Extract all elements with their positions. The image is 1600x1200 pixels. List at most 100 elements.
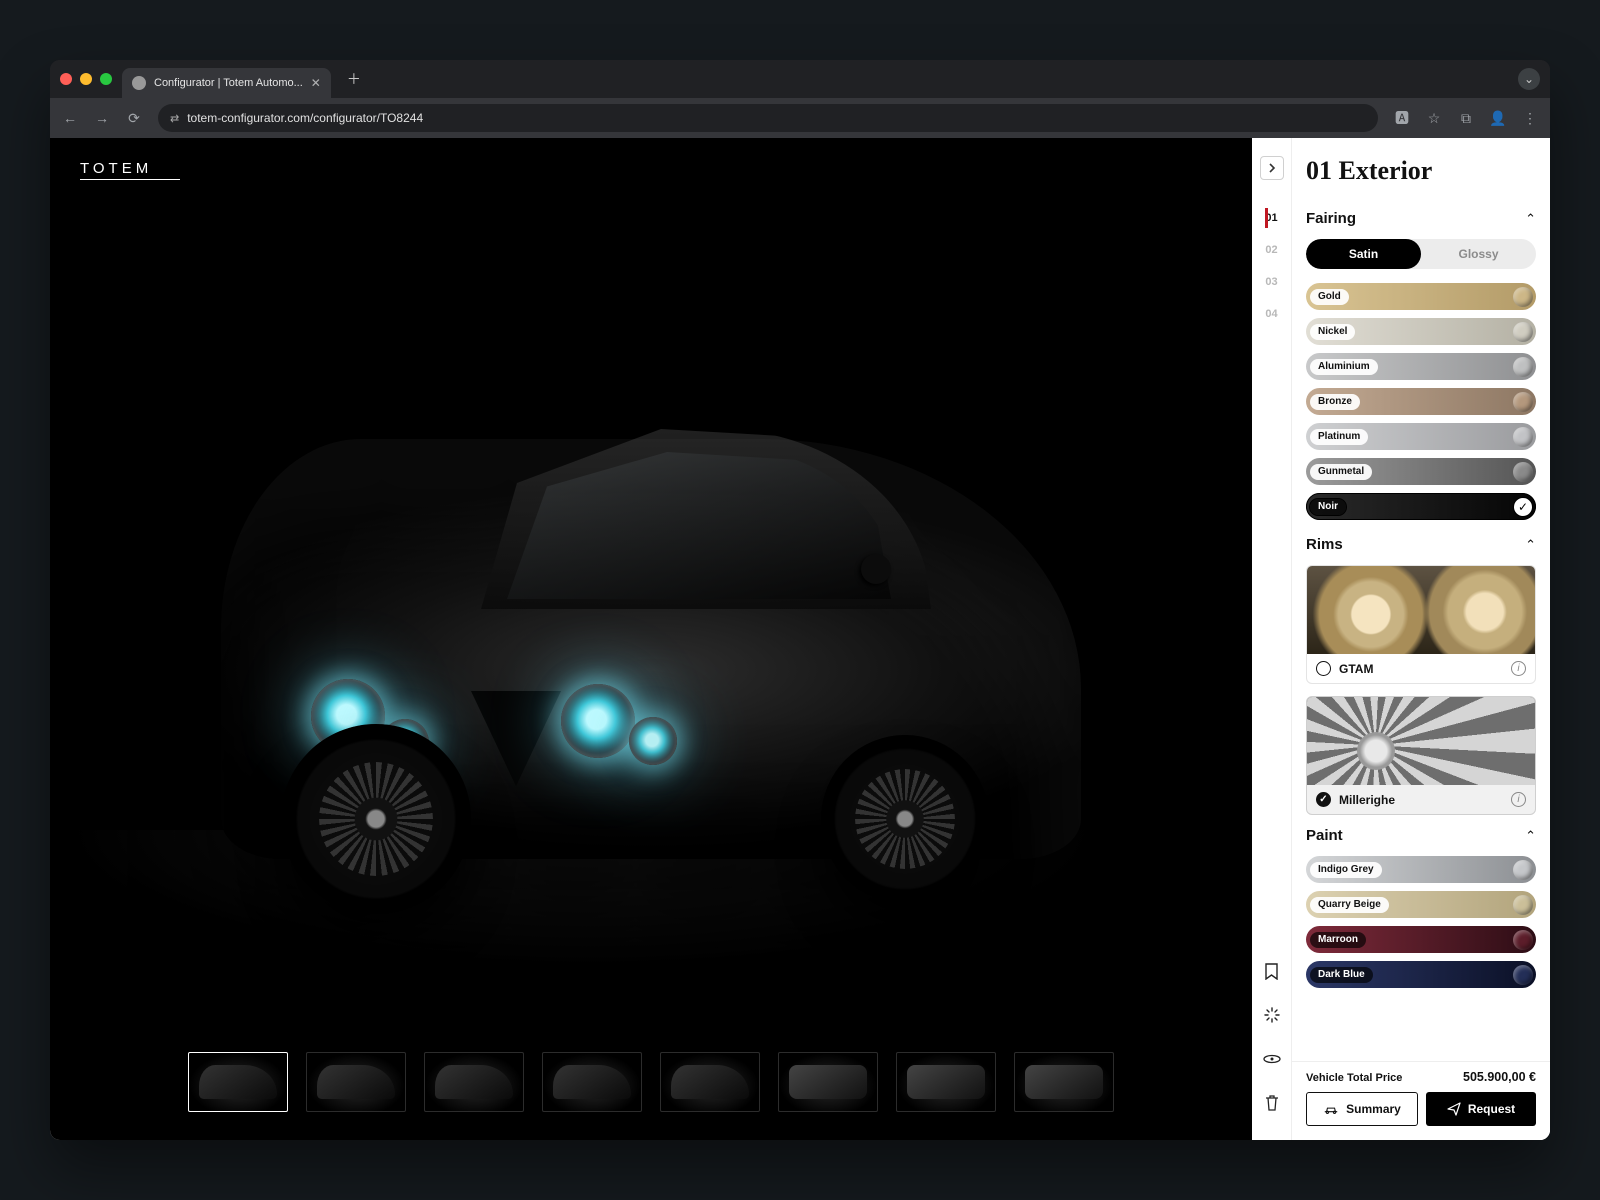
fairing-color-noir[interactable]: Noir ✓ — [1306, 493, 1536, 520]
thumbnail-2[interactable] — [306, 1052, 406, 1112]
thumbnail-image — [1025, 1065, 1103, 1099]
color-label: Marroon — [1310, 932, 1366, 948]
paint-color-dark-blue[interactable]: Dark Blue — [1306, 961, 1536, 988]
request-button[interactable]: Request — [1426, 1092, 1536, 1126]
section-fairing-header[interactable]: Fairing ⌃ — [1306, 210, 1536, 227]
close-window-icon[interactable] — [60, 73, 72, 85]
thumbnail-image — [907, 1065, 985, 1099]
collapse-panel-button[interactable] — [1260, 156, 1284, 180]
thumbnail-3[interactable] — [424, 1052, 524, 1112]
color-label: Gold — [1310, 289, 1349, 305]
configurator-app: TOTEM — [50, 138, 1550, 1140]
color-dot-icon — [1513, 462, 1533, 482]
finish-toggle: Satin Glossy — [1306, 239, 1536, 269]
thumbnail-1[interactable] — [188, 1052, 288, 1112]
finish-option-satin[interactable]: Satin — [1306, 239, 1421, 269]
fairing-color-aluminium[interactable]: Aluminium — [1306, 353, 1536, 380]
chevron-right-icon — [1267, 163, 1277, 173]
tabs-overflow-button[interactable]: ⌄ — [1518, 68, 1540, 90]
price-value: 505.900,00 € — [1463, 1070, 1536, 1084]
thumbnail-8[interactable] — [1014, 1052, 1114, 1112]
panel-title: 01 Exterior — [1306, 156, 1536, 186]
fairing-color-bronze[interactable]: Bronze — [1306, 388, 1536, 415]
fairing-color-gold[interactable]: Gold — [1306, 283, 1536, 310]
thumbnail-6[interactable] — [778, 1052, 878, 1112]
bookmark-icon[interactable]: ☆ — [1426, 110, 1442, 126]
paint-color-marroon[interactable]: Marroon — [1306, 926, 1536, 953]
chevron-up-icon: ⌃ — [1525, 211, 1536, 227]
minimize-window-icon[interactable] — [80, 73, 92, 85]
site-info-icon[interactable]: ⇄ — [170, 112, 179, 125]
rim-preview — [1307, 697, 1535, 785]
browser-tab[interactable]: Configurator | Totem Automo... ✕ — [122, 68, 331, 98]
color-dot-icon — [1513, 357, 1533, 377]
color-label: Noir — [1310, 499, 1346, 515]
step-02[interactable]: 02 — [1265, 234, 1277, 266]
orbit-icon — [1263, 1053, 1281, 1065]
browser-window: Configurator | Totem Automo... ✕ ＋ ⌄ ← →… — [50, 60, 1550, 1140]
color-dot-icon — [1513, 965, 1533, 985]
tab-title: Configurator | Totem Automo... — [154, 77, 303, 89]
color-dot-icon — [1513, 427, 1533, 447]
section-paint-header[interactable]: Paint ⌃ — [1306, 827, 1536, 844]
delete-config-button[interactable] — [1261, 1092, 1283, 1114]
url-text: totem-configurator.com/configurator/TO82… — [187, 111, 423, 125]
step-rail: 01020304 — [1252, 138, 1292, 1140]
trash-icon — [1265, 1095, 1279, 1111]
thumbnail-5[interactable] — [660, 1052, 760, 1112]
profile-icon[interactable]: 👤 — [1490, 110, 1506, 126]
radio-checked-icon — [1316, 792, 1331, 807]
check-icon: ✓ — [1513, 497, 1533, 517]
bookmark-icon — [1264, 963, 1279, 980]
browser-toolbar: ← → ⟳ ⇄ totem-configurator.com/configura… — [50, 98, 1550, 138]
section-rims-header[interactable]: Rims ⌃ — [1306, 536, 1536, 553]
bookmark-config-button[interactable] — [1261, 960, 1283, 982]
thumbnail-strip — [50, 1040, 1252, 1140]
kebab-menu-icon[interactable]: ⋮ — [1522, 110, 1538, 126]
color-dot-icon — [1513, 322, 1533, 342]
rim-option-millerighe[interactable]: Millerighei — [1306, 696, 1536, 815]
view-360-button[interactable] — [1261, 1048, 1283, 1070]
headlight-icon — [629, 717, 677, 765]
color-label: Quarry Beige — [1310, 897, 1389, 913]
nav-back-button[interactable]: ← — [62, 110, 78, 126]
viewer-pane: TOTEM — [50, 138, 1252, 1140]
color-dot-icon — [1513, 930, 1533, 950]
step-04[interactable]: 04 — [1265, 298, 1277, 330]
thumbnail-7[interactable] — [896, 1052, 996, 1112]
render-stage[interactable] — [50, 138, 1252, 1040]
new-tab-button[interactable]: ＋ — [341, 69, 367, 89]
paint-color-indigo-grey[interactable]: Indigo Grey — [1306, 856, 1536, 883]
extensions-icon[interactable]: ⧉ — [1458, 110, 1474, 126]
thumbnail-image — [789, 1065, 867, 1099]
maximize-window-icon[interactable] — [100, 73, 112, 85]
step-01[interactable]: 01 — [1265, 202, 1277, 234]
color-dot-icon — [1513, 392, 1533, 412]
loading-indicator-button[interactable] — [1261, 1004, 1283, 1026]
fairing-color-nickel[interactable]: Nickel — [1306, 318, 1536, 345]
options-panel: 01 Exterior Fairing ⌃ Satin Glossy Gold N… — [1292, 138, 1550, 1140]
fairing-color-platinum[interactable]: Platinum — [1306, 423, 1536, 450]
fairing-color-gunmetal[interactable]: Gunmetal — [1306, 458, 1536, 485]
paint-color-quarry-beige[interactable]: Quarry Beige — [1306, 891, 1536, 918]
nav-reload-button[interactable]: ⟳ — [126, 110, 142, 126]
browser-tabstrip: Configurator | Totem Automo... ✕ ＋ ⌄ — [50, 60, 1550, 98]
close-tab-icon[interactable]: ✕ — [311, 76, 321, 90]
wheel-icon — [821, 735, 989, 903]
panel-footer: Vehicle Total Price 505.900,00 € Summary… — [1292, 1061, 1550, 1140]
wheel-icon — [281, 724, 471, 914]
floor-reflection — [50, 830, 1252, 1040]
translate-icon[interactable]: 🅰 — [1394, 110, 1410, 126]
thumbnail-4[interactable] — [542, 1052, 642, 1112]
rim-option-gtam[interactable]: GTAMi — [1306, 565, 1536, 684]
window-controls[interactable] — [60, 73, 112, 85]
address-bar[interactable]: ⇄ totem-configurator.com/configurator/TO… — [158, 104, 1378, 132]
color-dot-icon — [1513, 287, 1533, 307]
finish-option-glossy[interactable]: Glossy — [1421, 239, 1536, 269]
summary-button[interactable]: Summary — [1306, 1092, 1418, 1126]
section-title: Rims — [1306, 536, 1343, 553]
nav-forward-button[interactable]: → — [94, 110, 110, 126]
step-03[interactable]: 03 — [1265, 266, 1277, 298]
info-icon[interactable]: i — [1511, 792, 1526, 807]
info-icon[interactable]: i — [1511, 661, 1526, 676]
